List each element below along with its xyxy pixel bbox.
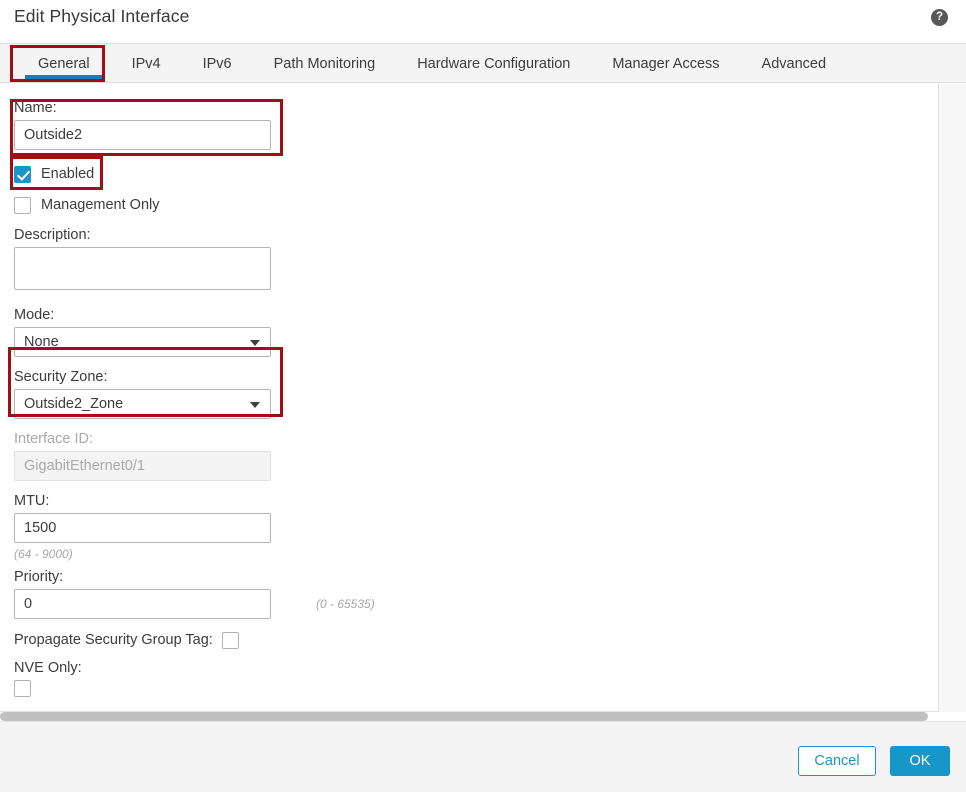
page-title: Edit Physical Interface [14, 6, 190, 26]
description-label: Description: [14, 227, 91, 243]
tab-path-monitoring[interactable]: Path Monitoring [253, 44, 397, 83]
interface-form: Name: Enabled Management Only Descriptio… [14, 98, 914, 697]
help-icon[interactable]: ? [931, 9, 948, 26]
tab-ipv4[interactable]: IPv4 [111, 44, 182, 83]
horizontal-scrollbar-track[interactable] [0, 712, 939, 721]
horizontal-scrollbar-thumb[interactable] [0, 712, 928, 721]
priority-range-hint: (0 - 65535) [316, 597, 375, 611]
mtu-label: MTU: [14, 493, 50, 509]
name-input[interactable] [14, 120, 271, 150]
management-only-row[interactable]: Management Only [14, 192, 914, 218]
edit-physical-interface-dialog: Edit Physical Interface ? General IPv4 I… [0, 0, 966, 792]
tab-manager-access-label: Manager Access [612, 55, 720, 72]
general-tab-panel: Name: Enabled Management Only Descriptio… [0, 84, 939, 712]
management-only-label: Management Only [41, 197, 160, 213]
tab-advanced[interactable]: Advanced [741, 44, 848, 83]
security-zone-select[interactable]: Outside2_Zone [14, 389, 271, 419]
tab-path-monitoring-label: Path Monitoring [273, 55, 376, 72]
tab-general-label: General [38, 55, 90, 72]
tab-advanced-label: Advanced [761, 55, 827, 72]
propagate-sgt-checkbox[interactable] [221, 631, 239, 649]
tab-hardware-configuration[interactable]: Hardware Configuration [396, 44, 591, 83]
dialog-titlebar: Edit Physical Interface ? [0, 0, 966, 43]
mode-label: Mode: [14, 307, 55, 323]
mode-select[interactable]: None [14, 327, 271, 357]
enabled-label: Enabled [41, 166, 95, 182]
priority-input[interactable] [14, 589, 271, 619]
mtu-input[interactable] [14, 513, 271, 543]
priority-label: Priority: [14, 569, 64, 585]
nve-only-label: NVE Only: [14, 660, 82, 676]
tab-ipv6[interactable]: IPv6 [182, 44, 253, 83]
name-label: Name: [14, 100, 57, 116]
interface-id-input [14, 451, 271, 481]
enabled-row[interactable]: Enabled [14, 161, 914, 187]
vertical-scroll-gutter[interactable] [939, 84, 966, 712]
mtu-range-hint: (64 - 9000) [14, 547, 73, 561]
propagate-sgt-label: Propagate Security Group Tag: [14, 632, 213, 648]
tab-hardware-configuration-label: Hardware Configuration [417, 55, 571, 72]
nve-only-checkbox[interactable] [14, 680, 31, 697]
tab-bar: General IPv4 IPv6 Path Monitoring Hardwa… [0, 43, 966, 83]
tab-ipv6-label: IPv6 [202, 55, 232, 72]
ok-button[interactable]: OK [890, 746, 950, 776]
management-only-checkbox[interactable] [14, 196, 31, 214]
tab-general[interactable]: General [17, 44, 111, 83]
interface-id-label: Interface ID: [14, 431, 93, 447]
enabled-checkbox[interactable] [14, 165, 31, 183]
security-zone-label: Security Zone: [14, 369, 108, 385]
tab-manager-access[interactable]: Manager Access [591, 44, 740, 83]
mode-select-value[interactable]: None [14, 327, 271, 357]
dialog-footer: Cancel OK [0, 721, 966, 792]
tab-ipv4-label: IPv4 [131, 55, 161, 72]
cancel-button[interactable]: Cancel [798, 746, 876, 776]
description-textarea[interactable] [14, 247, 271, 290]
propagate-sgt-row[interactable]: Propagate Security Group Tag: [14, 628, 914, 652]
security-zone-select-value[interactable]: Outside2_Zone [14, 389, 271, 419]
